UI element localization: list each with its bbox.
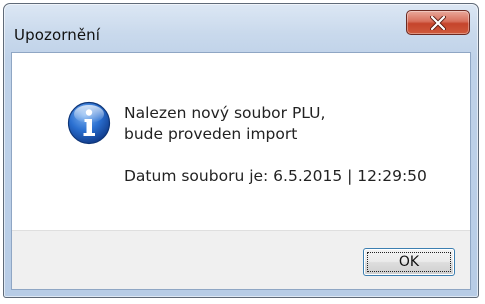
message-line-1: Nalezen nový soubor PLU, [124, 104, 326, 122]
close-x-icon [430, 15, 446, 30]
dialog-title: Upozornění [14, 26, 101, 44]
message-line-2: bude proveden import [124, 125, 298, 143]
message-area: Nalezen nový soubor PLU, bude proveden i… [12, 53, 470, 230]
information-icon [67, 101, 111, 145]
message-text: Nalezen nový soubor PLU, bude proveden i… [124, 103, 325, 145]
title-bar[interactable]: Upozornění [4, 4, 478, 54]
close-button[interactable] [406, 10, 470, 35]
ok-button[interactable]: OK [363, 248, 455, 276]
message-dialog-window: Upozornění Nalezen nový soubor PLU, bude… [3, 3, 479, 298]
file-date-text: Datum souboru je: 6.5.2015 | 12:29:50 [124, 167, 427, 185]
button-bar: OK [12, 230, 470, 289]
dialog-client-area: Nalezen nový soubor PLU, bude proveden i… [11, 52, 471, 290]
ok-button-label: OK [398, 254, 420, 270]
